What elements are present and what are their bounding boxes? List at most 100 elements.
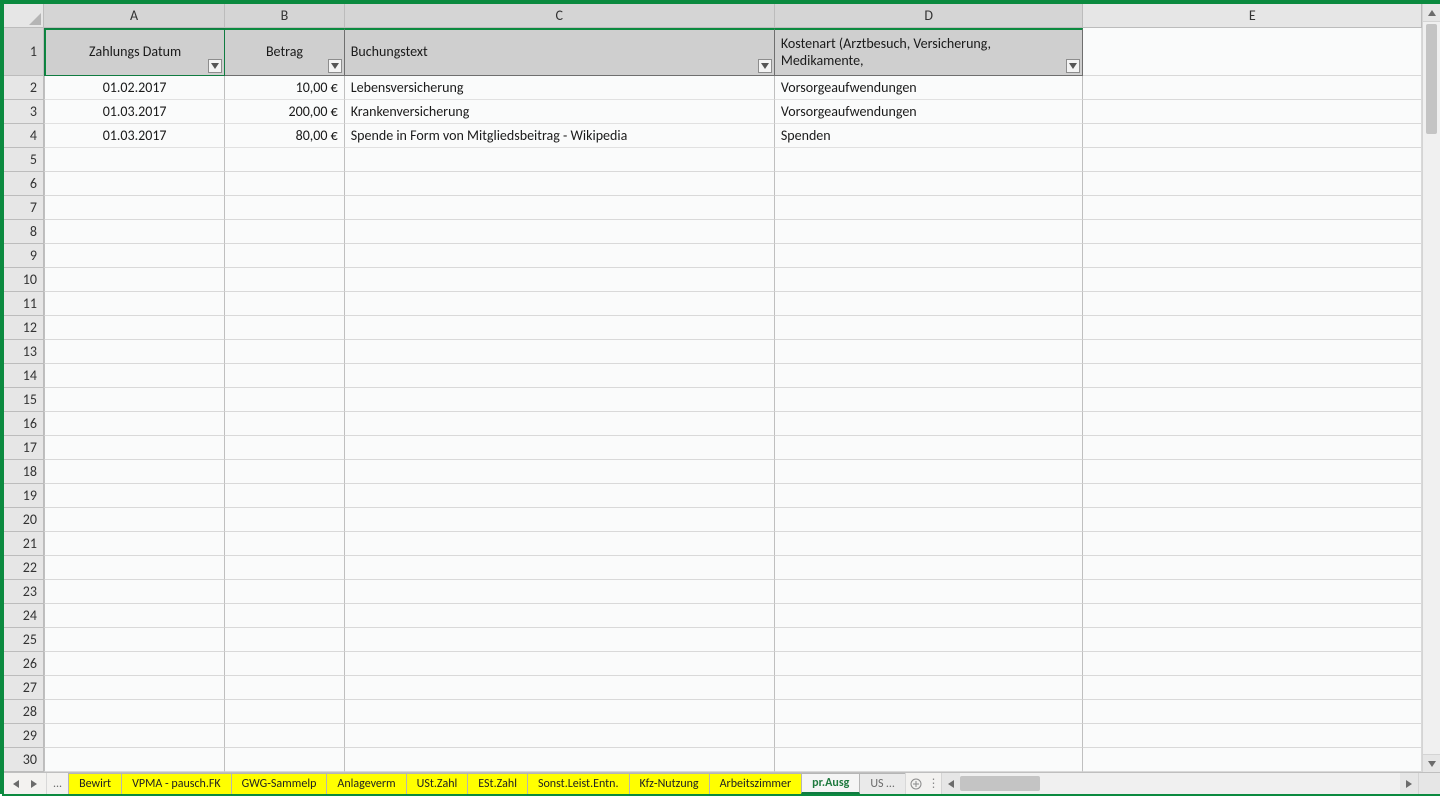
cell-E14[interactable] (1083, 364, 1422, 388)
cell-B8[interactable] (225, 220, 345, 244)
row-header[interactable]: 15 (4, 388, 43, 412)
sheet-tab[interactable]: Anlageverm (326, 773, 406, 794)
cell-D20[interactable] (775, 508, 1084, 532)
column-header-A[interactable]: A (44, 4, 225, 27)
cell-D10[interactable] (775, 268, 1084, 292)
cell-B22[interactable] (225, 556, 345, 580)
cell-A9[interactable] (44, 244, 225, 268)
cell-B15[interactable] (225, 388, 345, 412)
cell-B27[interactable] (225, 676, 345, 700)
cell-E28[interactable] (1083, 700, 1422, 724)
cell-A22[interactable] (44, 556, 225, 580)
cell-E8[interactable] (1083, 220, 1422, 244)
cell-A13[interactable] (44, 340, 225, 364)
cell-B1[interactable]: Betrag (225, 28, 345, 76)
cell-D13[interactable] (775, 340, 1084, 364)
cell-B24[interactable] (225, 604, 345, 628)
vertical-scroll-thumb[interactable] (1426, 24, 1437, 134)
cell-C15[interactable] (345, 388, 775, 412)
cell-C28[interactable] (345, 700, 775, 724)
row-header[interactable]: 9 (4, 244, 43, 268)
select-all-corner[interactable] (4, 4, 44, 28)
cell-E2[interactable] (1083, 76, 1422, 100)
row-header[interactable]: 4 (4, 124, 43, 148)
cell-C13[interactable] (345, 340, 775, 364)
cell-C14[interactable] (345, 364, 775, 388)
cell-A20[interactable] (44, 508, 225, 532)
cell-C21[interactable] (345, 532, 775, 556)
cell-C26[interactable] (345, 652, 775, 676)
cell-D19[interactable] (775, 484, 1084, 508)
row-header[interactable]: 25 (4, 628, 43, 652)
cell-D27[interactable] (775, 676, 1084, 700)
cell-D1[interactable]: Kostenart (Arztbesuch, Versicherung, Med… (775, 28, 1084, 76)
cell-D6[interactable] (775, 172, 1084, 196)
cell-E11[interactable] (1083, 292, 1422, 316)
cell-C22[interactable] (345, 556, 775, 580)
cell-D29[interactable] (775, 724, 1084, 748)
cell-A29[interactable] (44, 724, 225, 748)
cell-E17[interactable] (1083, 436, 1422, 460)
cell-E20[interactable] (1083, 508, 1422, 532)
filter-button[interactable] (758, 59, 772, 73)
cell-C5[interactable] (345, 148, 775, 172)
cell-C11[interactable] (345, 292, 775, 316)
cell-A19[interactable] (44, 484, 225, 508)
cell-E23[interactable] (1083, 580, 1422, 604)
cell-A15[interactable] (44, 388, 225, 412)
cell-B29[interactable] (225, 724, 345, 748)
cell-E9[interactable] (1083, 244, 1422, 268)
cell-C17[interactable] (345, 436, 775, 460)
cell-D17[interactable] (775, 436, 1084, 460)
cell-B12[interactable] (225, 316, 345, 340)
cell-C30[interactable] (345, 748, 775, 772)
filter-button[interactable] (328, 59, 342, 73)
cell-B14[interactable] (225, 364, 345, 388)
cell-A27[interactable] (44, 676, 225, 700)
cell-B28[interactable] (225, 700, 345, 724)
cell-E18[interactable] (1083, 460, 1422, 484)
cell-D26[interactable] (775, 652, 1084, 676)
cell-D12[interactable] (775, 316, 1084, 340)
cell-D24[interactable] (775, 604, 1084, 628)
cell-E29[interactable] (1083, 724, 1422, 748)
cell-D11[interactable] (775, 292, 1084, 316)
sheet-tab[interactable]: ESt.Zahl (467, 773, 528, 794)
cell-B2[interactable]: 10,00 € (225, 76, 345, 100)
cell-E15[interactable] (1083, 388, 1422, 412)
cell-B17[interactable] (225, 436, 345, 460)
cell-B16[interactable] (225, 412, 345, 436)
scroll-right-button[interactable] (1400, 773, 1418, 794)
row-header[interactable]: 7 (4, 196, 43, 220)
column-header-D[interactable]: D (775, 4, 1084, 27)
cell-C10[interactable] (345, 268, 775, 292)
cell-B18[interactable] (225, 460, 345, 484)
cell-D30[interactable] (775, 748, 1084, 772)
row-header[interactable]: 29 (4, 724, 43, 748)
cell-E30[interactable] (1083, 748, 1422, 772)
row-header[interactable]: 5 (4, 148, 43, 172)
cell-D23[interactable] (775, 580, 1084, 604)
cell-A30[interactable] (44, 748, 225, 772)
row-header[interactable]: 2 (4, 76, 43, 100)
cell-B23[interactable] (225, 580, 345, 604)
row-header[interactable]: 1 (4, 28, 43, 76)
cell-E16[interactable] (1083, 412, 1422, 436)
cell-B11[interactable] (225, 292, 345, 316)
cell-E26[interactable] (1083, 652, 1422, 676)
cell-A11[interactable] (44, 292, 225, 316)
cell-E22[interactable] (1083, 556, 1422, 580)
tab-options-icon[interactable]: ⋮ (927, 773, 941, 794)
cell-D4[interactable]: Spenden (775, 124, 1084, 148)
sheet-tab-trailing[interactable]: US … (859, 773, 905, 794)
cell-C2[interactable]: Lebensversicherung (345, 76, 775, 100)
new-sheet-button[interactable] (905, 773, 927, 794)
scroll-down-button[interactable] (1423, 754, 1440, 772)
cell-B13[interactable] (225, 340, 345, 364)
cell-A8[interactable] (44, 220, 225, 244)
cell-A12[interactable] (44, 316, 225, 340)
row-header[interactable]: 27 (4, 676, 43, 700)
cell-A1[interactable]: Zahlungs Datum (44, 28, 225, 76)
cell-C12[interactable] (345, 316, 775, 340)
cell-D18[interactable] (775, 460, 1084, 484)
